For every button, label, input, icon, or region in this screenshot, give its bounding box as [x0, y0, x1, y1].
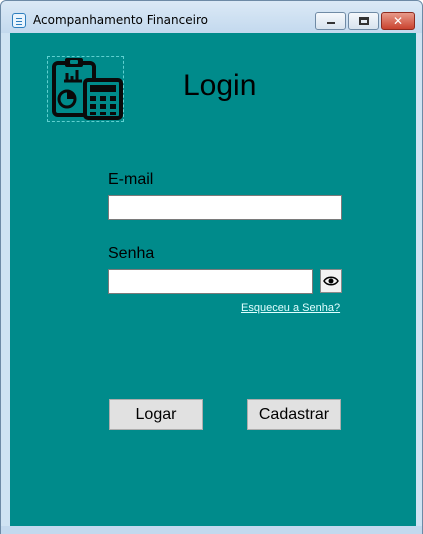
close-button[interactable]: ✕: [381, 12, 415, 30]
email-label: E-mail: [108, 171, 154, 188]
close-icon: ✕: [392, 14, 404, 28]
app-document-icon: [12, 13, 26, 28]
register-button[interactable]: Cadastrar: [247, 399, 341, 430]
minimize-button[interactable]: [315, 12, 346, 30]
minimize-icon: [327, 22, 335, 24]
password-field[interactable]: [108, 269, 313, 294]
window-frame-bottom: [1, 526, 422, 534]
forgot-password-link[interactable]: Esqueceu a Senha?: [241, 302, 340, 314]
login-form: Login E-mail Senha Esqueceu a Senha? Log…: [10, 33, 416, 526]
logo: [47, 56, 124, 122]
maximize-icon: [359, 17, 369, 25]
password-label: Senha: [108, 245, 155, 262]
finance-clipboard-calculator-icon: [52, 58, 123, 120]
email-field[interactable]: [108, 195, 342, 220]
eye-icon: [323, 276, 339, 286]
window-title: Acompanhamento Financeiro: [33, 13, 208, 27]
app-window: Acompanhamento Financeiro ✕ Login E-mail…: [0, 0, 423, 534]
title-bar[interactable]: Acompanhamento Financeiro ✕: [1, 1, 422, 33]
show-password-button[interactable]: [320, 269, 342, 293]
login-button[interactable]: Logar: [109, 399, 203, 430]
login-title: Login: [183, 69, 257, 102]
maximize-button[interactable]: [348, 12, 379, 30]
